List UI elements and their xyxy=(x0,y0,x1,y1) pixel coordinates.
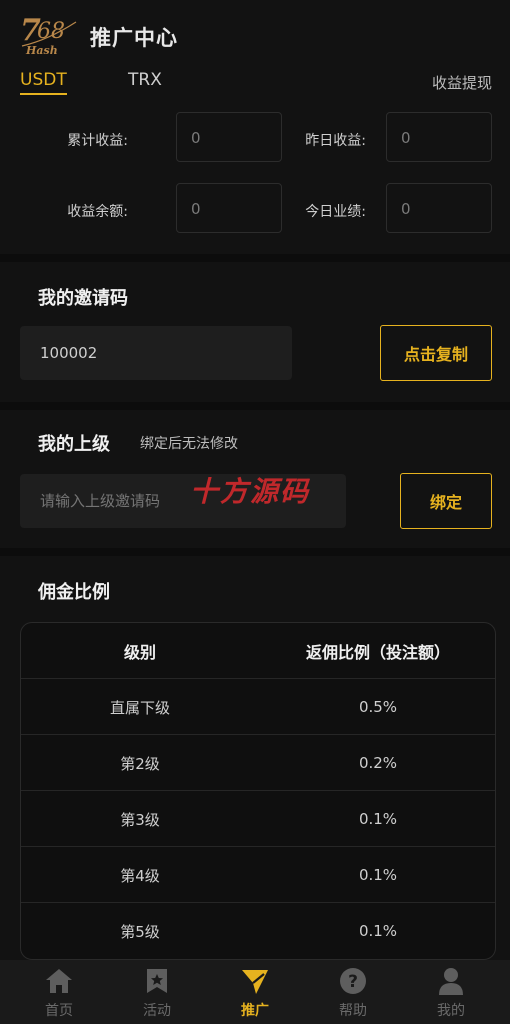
nav-item-promote[interactable]: 推广 xyxy=(204,960,306,1024)
table-row: 第4级 0.1% xyxy=(21,847,495,903)
level-cell: 第3级 xyxy=(120,810,160,829)
table-header-row: 级别 返佣比例（投注额） xyxy=(21,623,495,679)
nav-item-help[interactable]: ? 帮助 xyxy=(302,960,404,1024)
nav-label: 我的 xyxy=(437,1003,465,1019)
help-icon: ? xyxy=(340,968,366,994)
rate-cell: 0.1% xyxy=(358,866,398,884)
tab-usdt[interactable]: USDT xyxy=(20,70,67,95)
column-header-rate: 返佣比例（投注额） xyxy=(305,643,450,662)
yesterday-earnings-label: 昨日收益: xyxy=(305,133,366,149)
superior-card: 我的上级 绑定后无法修改 十方源码 绑定 xyxy=(0,410,510,548)
table-row: 第3级 0.1% xyxy=(21,791,495,847)
superior-hint: 绑定后无法修改 xyxy=(140,436,238,452)
nav-item-activity[interactable]: 活动 xyxy=(106,960,208,1024)
send-icon xyxy=(242,970,268,994)
svg-text:Hash: Hash xyxy=(25,44,58,57)
total-earnings-label: 累计收益: xyxy=(67,133,128,149)
nav-item-home[interactable]: 首页 xyxy=(8,960,110,1024)
bookmark-icon xyxy=(147,969,167,993)
watermark: 十方源码 xyxy=(190,475,311,508)
nav-label: 活动 xyxy=(143,1003,171,1019)
yesterday-earnings-value: 0 xyxy=(386,112,492,162)
balance-label: 收益余额: xyxy=(67,204,128,220)
rate-cell: 0.1% xyxy=(358,922,398,940)
nav-label: 首页 xyxy=(45,1003,73,1019)
page-header: 7 68 Hash 推广中心 xyxy=(0,0,510,62)
logo-icon: 7 68 Hash xyxy=(20,13,77,57)
nav-label: 推广 xyxy=(241,1003,269,1019)
svg-text:?: ? xyxy=(348,972,358,992)
invite-code: 100002 xyxy=(20,326,292,380)
earnings-panel: USDT TRX 收益提现 累计收益: 0 昨日收益: 0 收益余额: 0 今日… xyxy=(0,62,510,254)
page-title: 推广中心 xyxy=(90,26,178,50)
superior-title: 我的上级 xyxy=(38,434,110,455)
level-cell: 直属下级 xyxy=(109,698,170,717)
level-cell: 第2级 xyxy=(120,754,160,773)
table-row: 第5级 0.1% xyxy=(21,903,495,959)
table-row: 第2级 0.2% xyxy=(21,735,495,791)
invite-card: 我的邀请码 100002 点击复制 xyxy=(0,262,510,402)
home-icon xyxy=(46,969,72,993)
bind-button[interactable]: 绑定 xyxy=(400,473,492,529)
balance-value: 0 xyxy=(176,183,282,233)
commission-title: 佣金比例 xyxy=(38,582,110,603)
tab-trx[interactable]: TRX xyxy=(128,70,162,90)
level-cell: 第5级 xyxy=(120,922,160,941)
table-row: 直属下级 0.5% xyxy=(21,679,495,735)
nav-label: 帮助 xyxy=(339,1003,367,1019)
total-earnings-value: 0 xyxy=(176,112,282,162)
commission-table: 级别 返佣比例（投注额） 直属下级 0.5% 第2级 0.2% 第3级 0.1%… xyxy=(20,622,496,960)
column-header-level: 级别 xyxy=(123,643,156,662)
bottom-nav: 首页 活动 推广 ? 帮助 我的 xyxy=(0,960,510,1024)
rate-cell: 0.2% xyxy=(358,754,398,772)
copy-button[interactable]: 点击复制 xyxy=(380,325,492,381)
rate-cell: 0.1% xyxy=(358,810,398,828)
withdraw-link[interactable]: 收益提现 xyxy=(432,72,492,93)
nav-item-mine[interactable]: 我的 xyxy=(400,960,502,1024)
user-icon xyxy=(439,968,463,995)
rate-cell: 0.5% xyxy=(358,698,398,716)
level-cell: 第4级 xyxy=(120,866,160,885)
today-performance-value: 0 xyxy=(386,183,492,233)
invite-title: 我的邀请码 xyxy=(38,288,128,309)
today-performance-label: 今日业绩: xyxy=(305,204,366,220)
